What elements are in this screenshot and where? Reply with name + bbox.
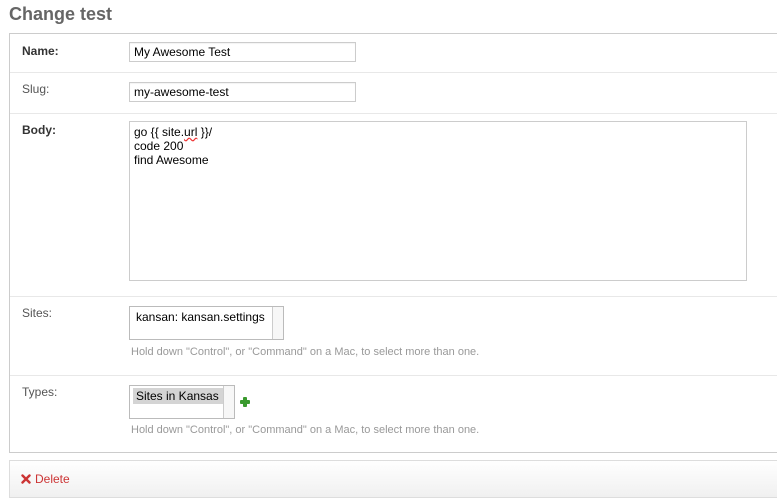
sites-select[interactable]: kansan: kansan.settings xyxy=(129,306,284,340)
sites-row: Sites: kansan: kansan.settings Hold down… xyxy=(10,296,777,376)
body-line-2: code 200 xyxy=(134,139,184,153)
body-line-1: go {{ site.url }}/ xyxy=(134,125,213,139)
types-help-text: Hold down "Control", or "Command" on a M… xyxy=(131,424,480,436)
sites-help-text: Hold down "Control", or "Command" on a M… xyxy=(131,346,480,358)
sites-label: Sites: xyxy=(22,306,53,320)
types-row: Types: Sites in Kansas Hold down "Contro… xyxy=(10,375,777,453)
delete-label: Delete xyxy=(35,472,70,486)
body-label: Body: xyxy=(22,123,56,137)
types-label: Types: xyxy=(22,385,58,399)
slug-label: Slug: xyxy=(22,82,50,96)
slug-row: Slug: xyxy=(10,72,777,114)
body-row: Body: go {{ site.url }}/ code 200 find A… xyxy=(10,113,777,297)
page-title: Change test xyxy=(9,4,113,24)
slug-input[interactable] xyxy=(129,82,356,102)
sites-option[interactable]: kansan: kansan.settings xyxy=(133,309,280,325)
spellcheck-underline: url xyxy=(184,125,198,139)
x-icon xyxy=(21,474,31,484)
body-textarea[interactable]: go {{ site.url }}/ code 200 find Awesome xyxy=(129,121,747,281)
delete-link[interactable]: Delete xyxy=(21,472,70,486)
name-input[interactable] xyxy=(129,42,356,62)
types-scrollbar[interactable] xyxy=(223,386,234,418)
plus-icon[interactable] xyxy=(239,396,251,408)
name-row: Name: xyxy=(10,34,777,73)
submit-row: Delete xyxy=(9,460,777,498)
name-label: Name: xyxy=(22,44,59,58)
types-select[interactable]: Sites in Kansas xyxy=(129,385,235,419)
sites-scrollbar[interactable] xyxy=(272,307,283,339)
types-option[interactable]: Sites in Kansas xyxy=(133,388,231,404)
body-line-3: find Awesome xyxy=(134,153,209,167)
change-form: Name: Slug: Body: go {{ site.url }}/ cod… xyxy=(9,33,777,453)
